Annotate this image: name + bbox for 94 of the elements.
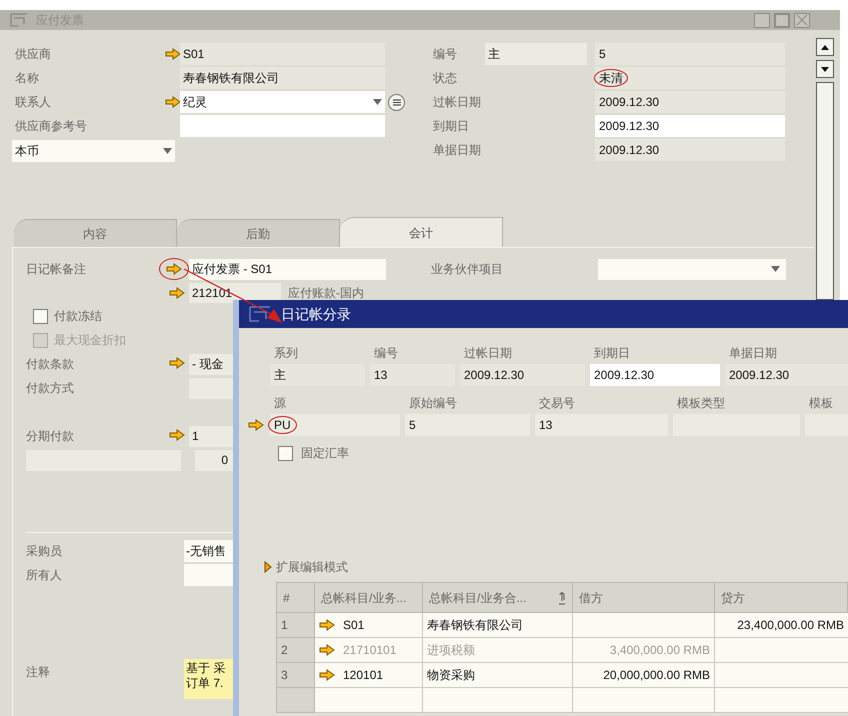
table-cell: 寿春钢铁有限公司	[423, 613, 573, 638]
row-number[interactable]: 1	[277, 613, 315, 638]
text-field[interactable]: 应付发票 - S01	[189, 258, 386, 280]
amount-field[interactable]: 0	[195, 450, 234, 470]
dialog-title: 日记帐分录	[281, 304, 351, 324]
remarks-line: 基于 采	[186, 661, 226, 676]
account-code: S01	[343, 617, 364, 634]
field-label: 源	[273, 395, 287, 410]
field-value: S01	[183, 46, 204, 63]
field-label: 状态	[433, 70, 458, 87]
field-label: 注释	[26, 664, 51, 681]
table-cell: 进项税额	[423, 638, 573, 663]
tab[interactable]: 后勤	[177, 219, 340, 247]
column-header[interactable]: 总帐科目/业务合...	[423, 583, 573, 613]
field-label: 名称	[15, 70, 40, 87]
tab[interactable]: 会计	[340, 217, 503, 247]
field-label: 单据日期	[433, 142, 482, 159]
table-cell: 20,000,000.00 RMB	[573, 663, 715, 688]
field-label: 系列	[273, 345, 299, 362]
text-field[interactable]: - 现金	[189, 354, 234, 374]
text-field[interactable]: 2009.12.30	[590, 364, 720, 386]
field-label: 到期日	[433, 118, 470, 135]
field-label: 供应商参考号	[15, 118, 88, 135]
checkbox-label: 固定汇率	[301, 445, 349, 462]
text-field[interactable]: -无销售	[184, 540, 234, 562]
text-field[interactable]: 2009.12.30	[595, 139, 785, 161]
column-header[interactable]: 贷方	[715, 583, 848, 613]
checkbox-label: 付款冻结	[54, 308, 102, 325]
column-header[interactable]: 借方	[573, 583, 715, 613]
field-value: 2009.12.30	[598, 142, 660, 159]
text-field[interactable]: 13	[370, 364, 455, 386]
source-value: PU	[268, 416, 297, 434]
text-field[interactable]: 5	[405, 414, 530, 436]
field-label: 分期付款	[26, 428, 75, 445]
field-label: 所有人	[26, 567, 63, 584]
field-label: 日记帐备注	[26, 261, 87, 278]
status-value: 未清	[594, 69, 628, 87]
field-label: 到期日	[593, 345, 631, 362]
currency-value: 本币	[15, 143, 39, 160]
field-label: 付款方式	[26, 380, 75, 397]
field-value: 5	[598, 46, 607, 63]
text-field[interactable]: 13	[535, 414, 668, 436]
currency-dropdown[interactable]: 本币	[12, 140, 175, 162]
field-label: 过帐日期	[463, 345, 513, 362]
field-label: 编号	[373, 345, 399, 362]
remarks-field[interactable]: 基于 采 订单 7.	[184, 659, 234, 699]
field-label: 模板类型	[676, 395, 726, 410]
field-value: 2009.12.30	[598, 94, 660, 111]
field-value: 1	[192, 428, 199, 445]
field-label: 单据日期	[728, 345, 778, 362]
text-field[interactable]: 2009.12.30	[595, 91, 785, 113]
field-label: 模板	[808, 395, 834, 410]
field-value: 应付发票 - S01	[192, 261, 272, 278]
field-label: 供应商	[15, 46, 52, 63]
field-value: 5	[409, 417, 416, 434]
field-label: 编号	[433, 46, 458, 63]
table-cell: 物资采购	[423, 663, 573, 688]
field-label: 联系人	[15, 94, 52, 111]
field-value: 纪灵	[183, 94, 207, 111]
table-cell: 23,400,000.00 RMB	[715, 613, 848, 638]
row-number[interactable]: 3	[277, 663, 315, 688]
account-code: 21710101	[343, 642, 396, 659]
field-value: -无销售	[186, 543, 226, 560]
text-field[interactable]: PU	[270, 414, 400, 436]
text-field[interactable]: 2009.12.30	[725, 364, 848, 386]
text-field[interactable]: 5	[595, 43, 785, 65]
column-header[interactable]: 总帐科目/业务...	[315, 583, 423, 613]
field-label: 采购员	[26, 543, 63, 560]
field-label: 过帐日期	[433, 94, 482, 111]
checkbox-label: 最大现金折扣	[54, 332, 126, 349]
text-field[interactable]: 主	[270, 364, 365, 386]
text-field[interactable]: 寿春钢铁有限公司	[180, 67, 385, 89]
field-value: 13	[539, 417, 552, 434]
field-label: 交易号	[538, 395, 576, 410]
text-field[interactable]: 纪灵	[180, 91, 385, 113]
tab[interactable]: 内容	[14, 219, 177, 247]
account-code: 120101	[343, 667, 384, 684]
field-value: - 现金	[192, 356, 224, 373]
field-label: 付款条款	[26, 356, 75, 373]
expand-mode-link[interactable]: 扩展编辑模式	[276, 558, 348, 576]
field-value: 寿春钢铁有限公司	[183, 70, 279, 87]
field-label: 业务伙伴项目	[431, 261, 504, 278]
account-field[interactable]: 212101	[189, 283, 281, 303]
table-cell: 3,400,000.00 RMB	[573, 638, 715, 663]
text-field[interactable]: 未清	[595, 67, 785, 89]
text-field[interactable]: 1	[189, 426, 234, 446]
remarks-line: 订单 7.	[186, 676, 224, 691]
field-value: 2009.12.30	[598, 118, 660, 135]
text-field[interactable]: S01	[180, 43, 385, 65]
text-field[interactable]: 2009.12.30	[460, 364, 585, 386]
account-name: 应付账款-国内	[288, 285, 365, 302]
series-field[interactable]: 主	[485, 43, 587, 65]
field-label: 原始编号	[408, 395, 458, 410]
text-field[interactable]: 2009.12.30	[595, 115, 785, 137]
